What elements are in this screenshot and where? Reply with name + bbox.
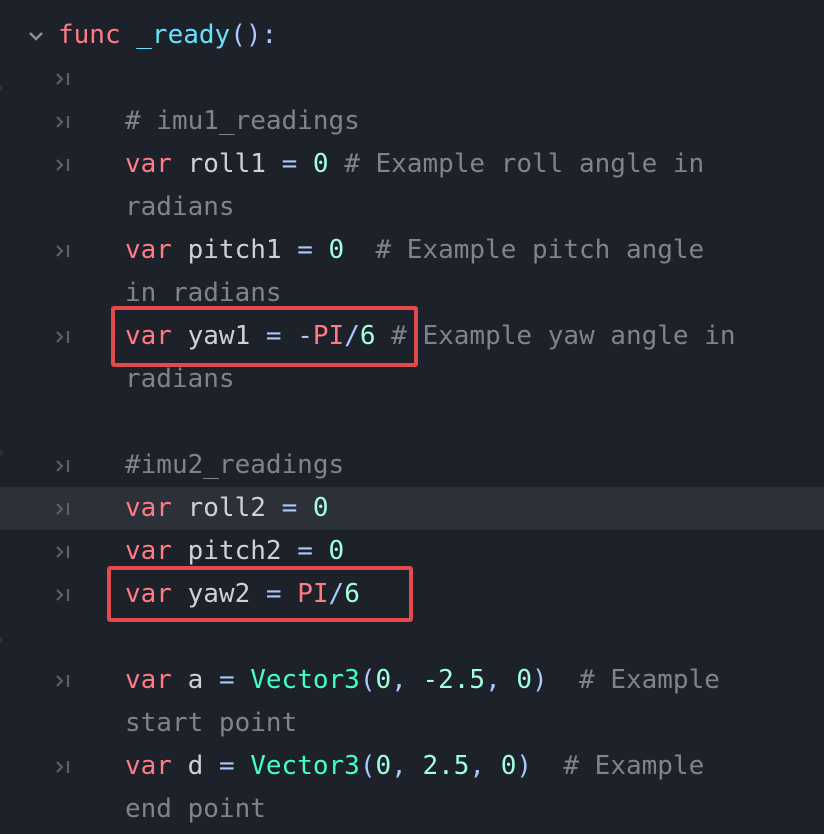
var-keyword: var [125, 536, 172, 566]
number: 0 [328, 536, 345, 566]
tab-indent-icon [56, 331, 70, 343]
comment: # Example pitch angle [375, 235, 705, 265]
identifier: roll1 [187, 149, 266, 179]
identifier: pitch2 [187, 536, 282, 566]
tab-indent-icon [56, 503, 70, 515]
code-line-pitch1[interactable]: var pitch1 = 0 # Example pitch angle [0, 229, 824, 272]
var-keyword: var [125, 493, 172, 523]
paren: ( [359, 751, 376, 781]
comma: , [391, 751, 407, 781]
comment: # Example [579, 665, 720, 695]
paren: ) [532, 665, 548, 695]
gutter-mark [0, 637, 3, 643]
code-line-wrap[interactable]: radians [0, 186, 824, 229]
identifier: d [187, 751, 204, 781]
paren: (): [230, 20, 278, 50]
number: 0 [375, 665, 392, 695]
comment-wrap: end point [125, 794, 266, 824]
highlight-box-yaw1 [111, 306, 418, 367]
code-line-a[interactable]: var a = Vector3(0, -2.5, 0) # Example [0, 659, 824, 702]
code-editor[interactable]: func _ready(): # imu1_readings var roll1… [0, 0, 824, 834]
operator: = [281, 493, 298, 523]
var-keyword: var [125, 235, 172, 265]
var-keyword: var [125, 149, 172, 179]
code-line-comment-imu1[interactable]: # imu1_readings [0, 100, 824, 143]
number: 0 [312, 493, 329, 523]
code-line-wrap[interactable]: start point [0, 702, 824, 745]
code-text: var d = Vector3(0, 2.5, 0) # Example [125, 745, 704, 788]
code-line-roll1[interactable]: var roll1 = 0 # Example roll angle in [0, 143, 824, 186]
tab-indent-icon [56, 159, 70, 171]
number: 2.5 [422, 751, 470, 781]
number: 0 [312, 149, 329, 179]
comment-text: # imu1_readings [125, 106, 360, 136]
code-line-d[interactable]: var d = Vector3(0, 2.5, 0) # Example [0, 745, 824, 788]
operator: = [218, 665, 235, 695]
code-line-func[interactable]: func _ready(): [0, 14, 824, 57]
identifier: a [187, 665, 204, 695]
code-line-wrap[interactable]: end point [0, 788, 824, 831]
gutter-mark [0, 450, 3, 456]
tab-indent-icon [56, 116, 70, 128]
code-text: var a = Vector3(0, -2.5, 0) # Example [125, 659, 720, 702]
comment-text: #imu2_readings [125, 450, 345, 480]
number: 0 [328, 235, 345, 265]
comma: , [391, 665, 407, 695]
number: -2.5 [422, 665, 486, 695]
gutter-mark [0, 85, 3, 91]
code-line-roll2[interactable]: var roll2 = 0 [0, 487, 824, 530]
identifier: roll2 [187, 493, 266, 523]
comment: # Example roll angle in [344, 149, 705, 179]
code-line-empty[interactable] [0, 57, 824, 100]
comma: , [485, 665, 501, 695]
class-name: Vector3 [250, 751, 360, 781]
code-text: var roll2 = 0 [125, 487, 329, 530]
number: 0 [375, 751, 392, 781]
comma: , [469, 751, 486, 781]
tab-indent-icon [56, 73, 70, 85]
tab-indent-icon [56, 546, 70, 558]
func-keyword: func [58, 20, 121, 50]
paren: ( [359, 665, 376, 695]
class-name: Vector3 [250, 665, 360, 695]
comment-wrap: start point [125, 708, 298, 738]
operator: = [297, 536, 313, 566]
tab-indent-icon [56, 761, 70, 773]
operator: = [281, 149, 298, 179]
comment: # Example yaw angle in [391, 321, 736, 351]
paren: ) [516, 751, 533, 781]
tab-indent-icon [56, 589, 70, 601]
comment: # Example [563, 751, 705, 781]
number: 0 [500, 751, 517, 781]
number: 0 [516, 665, 533, 695]
code-text: var roll1 = 0 # Example roll angle in [125, 143, 704, 186]
identifier: pitch1 [187, 235, 282, 265]
tab-indent-icon [56, 675, 70, 687]
tab-indent-icon [56, 460, 70, 472]
comment-wrap: radians [125, 192, 235, 222]
highlight-box-yaw2 [107, 566, 413, 622]
operator: = [297, 235, 313, 265]
operator: = [218, 751, 235, 781]
var-keyword: var [125, 665, 172, 695]
code-line-comment-imu2[interactable]: #imu2_readings [0, 444, 824, 487]
tab-indent-icon [56, 245, 70, 257]
code-text: var pitch1 = 0 # Example pitch angle [125, 229, 704, 272]
chevron-down-icon[interactable] [26, 26, 46, 46]
code-text: func _ready(): [58, 14, 277, 57]
var-keyword: var [125, 751, 172, 781]
function-name: _ready [136, 20, 231, 50]
